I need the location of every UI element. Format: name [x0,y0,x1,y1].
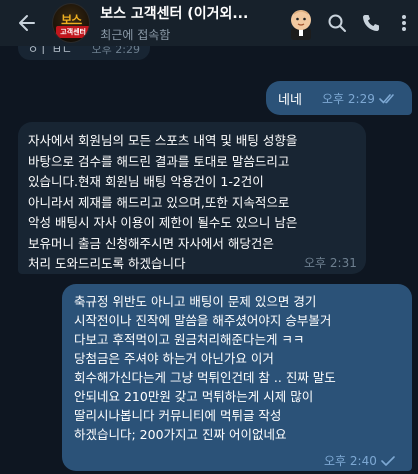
message-time: 오후 2:29 [322,92,375,106]
baby-boss-icon [286,6,316,40]
message-incoming[interactable]: 자사에서 회원님의 모든 스포츠 내역 및 배팅 성향을 바탕으로 검수를 해드… [18,122,366,274]
phone-icon [363,15,380,31]
message-time: 오후 2:40 [324,454,377,468]
message-text: 자사에서 회원님의 모든 스포츠 내역 및 배팅 성향을 바탕으로 검수를 해드… [28,133,298,271]
chat-title: 보스 고객센터 (이거외... [100,6,249,22]
single-check-icon [381,455,395,466]
double-check-icon [379,93,394,103]
arrow-left-icon [19,15,36,31]
more-vertical-icon [401,15,406,31]
message-outgoing[interactable]: 네네 오후 2:29 [266,81,412,115]
search-icon [328,14,346,32]
message-text: 축규정 위반도 아니고 배팅이 문제 있으면 경기 시작전이나 진작에 말씀을 … [74,294,336,442]
search-button[interactable] [322,8,351,38]
message-time: 오후 2:31 [304,256,357,270]
avatar[interactable]: 보스 고객센터 [52,3,91,43]
more-options-button[interactable] [389,8,418,38]
chat-status: 최근에 접속함 [100,28,171,42]
message-meta: 오후 2:29 [322,90,397,107]
message-meta: 오후 2:40 [324,452,395,469]
chat-header: 보스 고객센터 보스 고객센터 (이거외... 최근에 접속함 [0,0,418,46]
back-button[interactable] [8,0,46,46]
chat-title-area[interactable]: 보스 고객센터 (이거외... 최근에 접속함 [100,3,282,43]
message-outgoing[interactable]: 축규정 위반도 아니고 배팅이 문제 있으면 경기 시작전이나 진작에 말씀을 … [62,284,412,471]
call-button[interactable] [357,8,386,38]
message-text: 네네 [278,93,302,108]
avatar-logo-bottom: 고객센터 [56,26,90,38]
